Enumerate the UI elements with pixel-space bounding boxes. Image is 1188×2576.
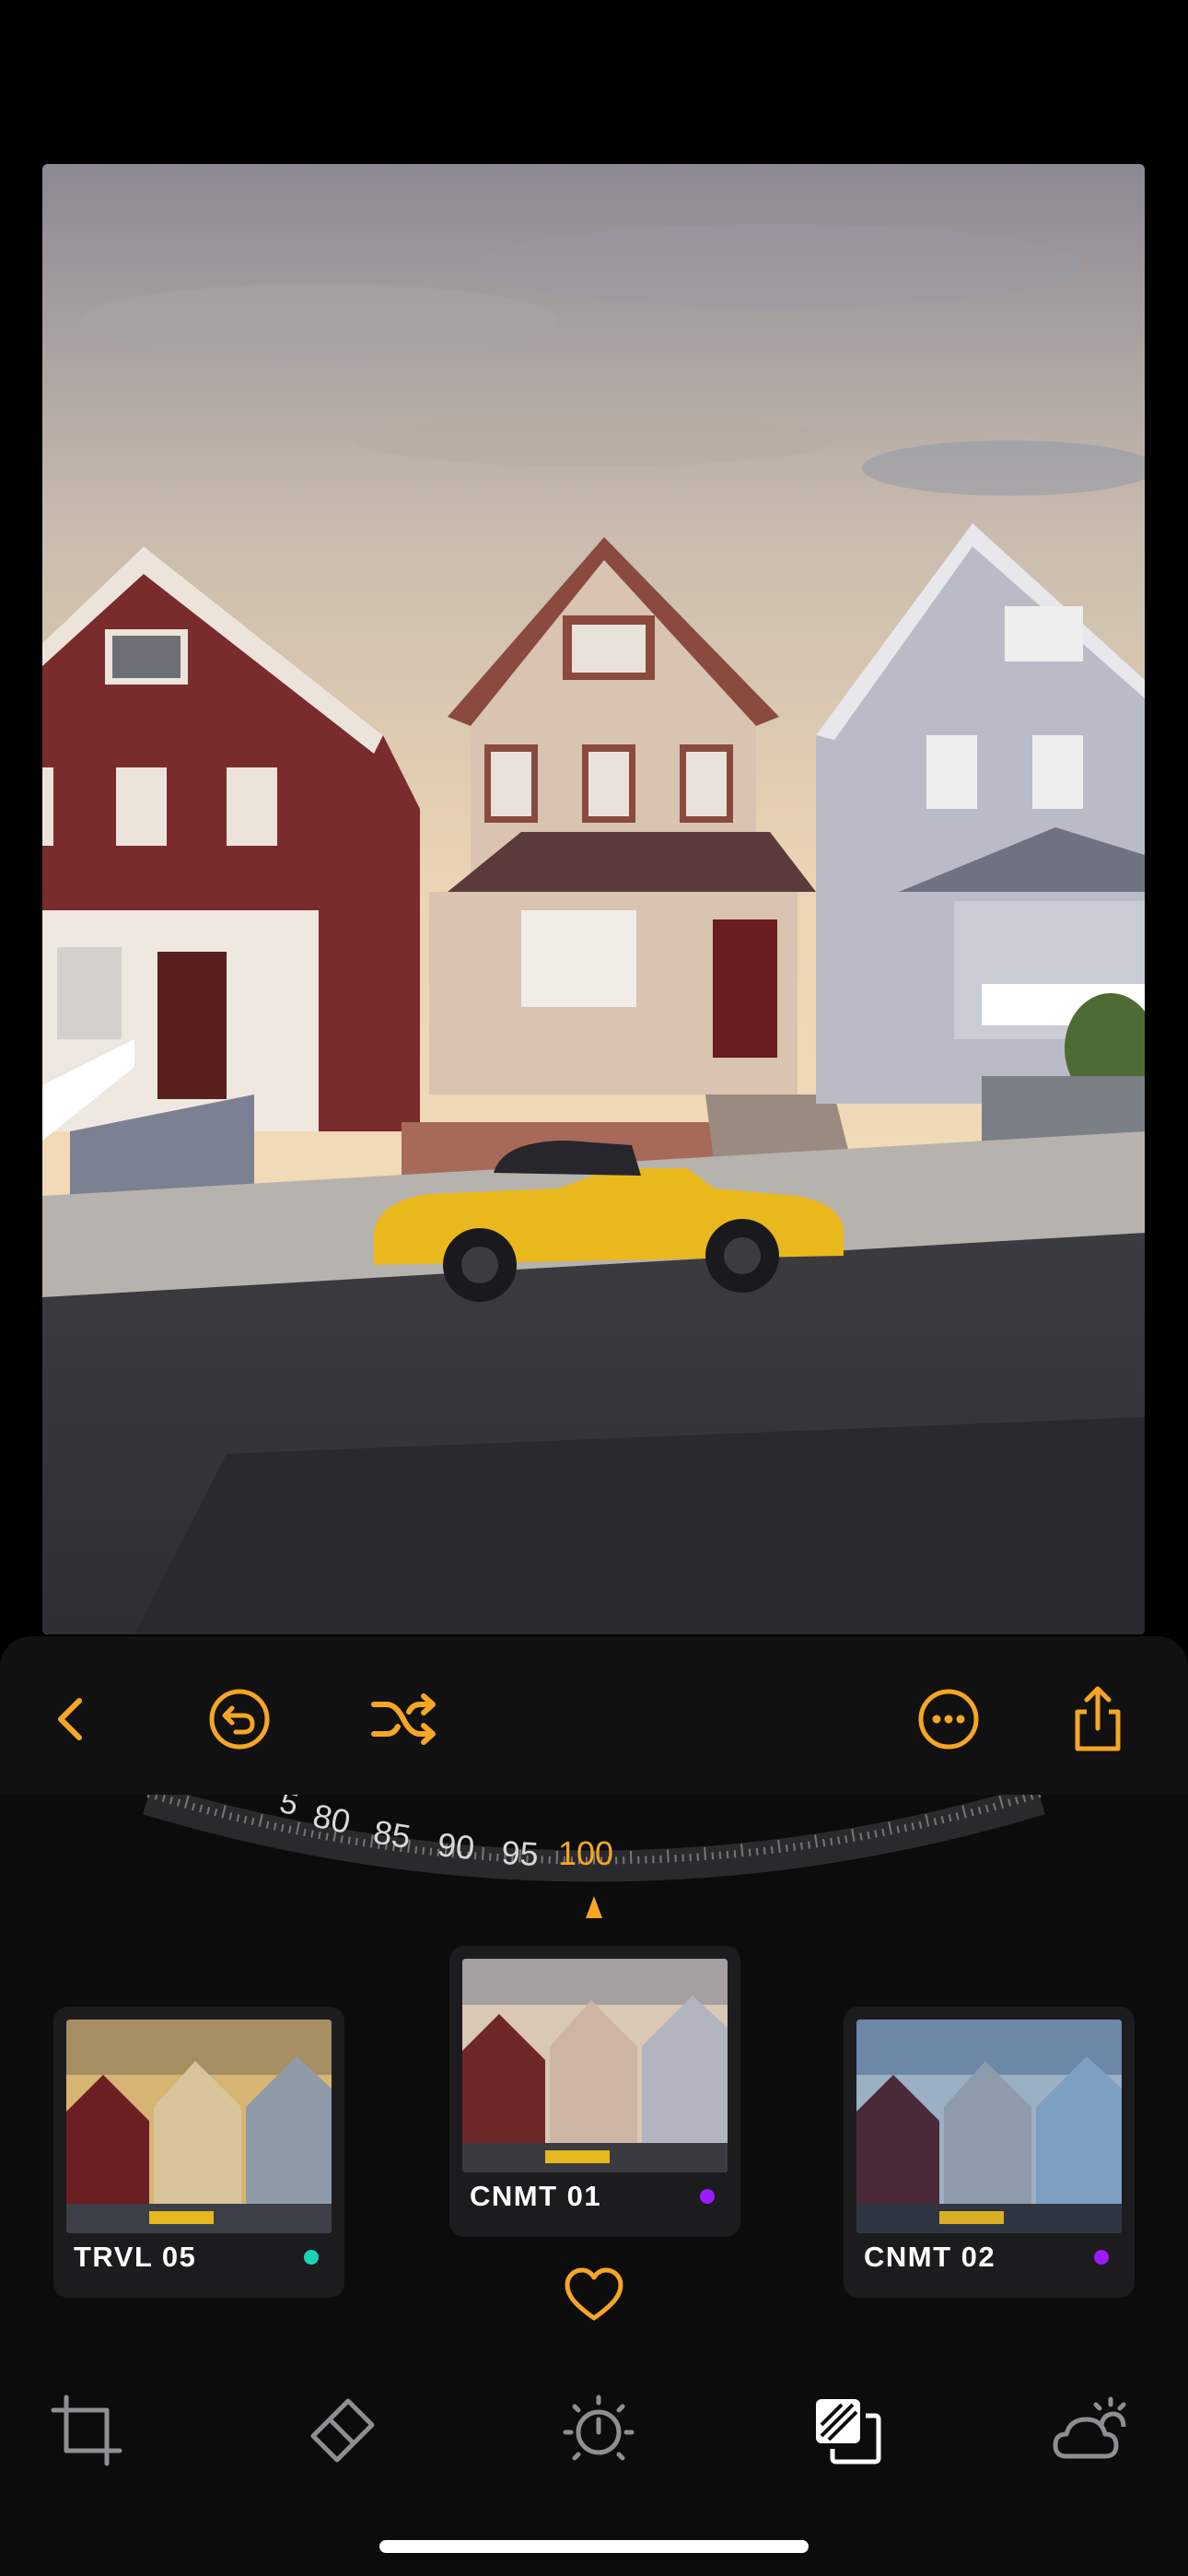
dial-tick-mark — [355, 1837, 358, 1846]
filter-category-dot — [1094, 2250, 1109, 2265]
dial-tick-mark — [689, 1854, 692, 1862]
street-houses-image — [42, 164, 1145, 1634]
intensity-dial-graphic: 5 80 85 90 95 100 — [143, 1795, 1045, 1918]
dial-tick-mark — [785, 1844, 788, 1853]
dial-tick-mark — [755, 1847, 759, 1856]
dial-tick-mark — [799, 1842, 804, 1850]
filter-category-dot — [700, 2189, 715, 2204]
dial-selected-value: 100 — [558, 1834, 613, 1872]
exposure-dial-icon — [563, 2395, 635, 2461]
home-indicator — [379, 2540, 809, 2553]
dial-tick-mark — [473, 1852, 477, 1860]
dial-tick-mark — [837, 1836, 841, 1844]
shuffle-button[interactable] — [368, 1684, 438, 1754]
dial-tick-mark — [830, 1837, 833, 1846]
shuffle-icon — [371, 1693, 436, 1745]
eraser-tool-button[interactable] — [304, 2392, 381, 2469]
filter-thumbnail — [462, 1959, 728, 2172]
dial-tick-mark — [488, 1853, 492, 1861]
filter-label: CNMT 02 — [864, 2241, 996, 2273]
filters-tool-button[interactable] — [809, 2392, 886, 2469]
dial-tick-mark — [718, 1851, 722, 1859]
weather-tool-button[interactable] — [1050, 2392, 1127, 2469]
dial-tick-mark — [429, 1847, 433, 1856]
filters-icon — [816, 2399, 881, 2465]
dial-tick-mark — [696, 1853, 700, 1861]
dial-tick-mark — [347, 1836, 351, 1844]
edited-photo[interactable] — [42, 164, 1145, 1634]
filter-card-trvl-05[interactable]: TRVL 05 — [53, 2007, 344, 2298]
crop-tool-button[interactable] — [48, 2392, 125, 2469]
filter-card-cnmt-01[interactable]: CNMT 01 — [449, 1946, 740, 2237]
favorite-button[interactable] — [564, 2265, 624, 2325]
undo-button[interactable] — [204, 1684, 274, 1754]
filter-thumbnail — [856, 2020, 1122, 2233]
dial-tick-mark — [763, 1846, 766, 1855]
filter-category-dot — [304, 2250, 319, 2265]
dial-tick-mark — [362, 1839, 366, 1847]
dial-tick-mark — [496, 1854, 499, 1862]
undo-circle-icon — [209, 1689, 270, 1750]
dial-tick-mark — [822, 1839, 826, 1847]
dial-tick-mark — [711, 1852, 715, 1860]
dial-tick-mark — [414, 1845, 418, 1855]
back-button[interactable] — [35, 1684, 105, 1754]
filter-thumbnail — [66, 2020, 332, 2233]
dial-tick-label: 80 — [309, 1797, 354, 1841]
chevron-left-icon — [58, 1698, 82, 1740]
dial-tick-label: 90 — [436, 1825, 476, 1867]
dial-tick-mark — [844, 1835, 848, 1844]
more-button[interactable] — [914, 1684, 984, 1754]
intensity-dial[interactable]: 5 80 85 90 95 100 — [0, 1795, 1188, 1933]
dial-tick-mark — [733, 1850, 737, 1858]
filter-label: CNMT 01 — [470, 2180, 602, 2212]
crop-icon — [51, 2395, 122, 2466]
share-button[interactable] — [1063, 1684, 1133, 1754]
dial-tick-mark — [422, 1846, 425, 1855]
eraser-icon — [310, 2398, 375, 2463]
dial-tick-mark — [792, 1843, 796, 1851]
filter-card-cnmt-02[interactable]: CNMT 02 — [844, 2007, 1135, 2298]
dial-tick-mark — [748, 1848, 751, 1856]
dial-pointer — [586, 1896, 602, 1918]
dial-tick-label: 95 — [501, 1833, 540, 1873]
share-icon — [1075, 1686, 1121, 1751]
more-circle-icon — [918, 1689, 979, 1750]
dial-tick-mark — [770, 1845, 774, 1855]
filter-label: TRVL 05 — [74, 2241, 197, 2273]
exposure-tool-button[interactable] — [560, 2392, 637, 2469]
dial-tick-mark — [740, 1844, 744, 1857]
dial-tick-label: 5 — [276, 1795, 302, 1822]
dial-tick-mark — [667, 1849, 670, 1863]
dial-tick-mark — [859, 1832, 863, 1841]
heart-outline-icon — [565, 2267, 623, 2321]
weather-icon — [1053, 2396, 1126, 2459]
dial-tick-label: 85 — [371, 1812, 413, 1856]
top-toolbar — [0, 1636, 1188, 1795]
